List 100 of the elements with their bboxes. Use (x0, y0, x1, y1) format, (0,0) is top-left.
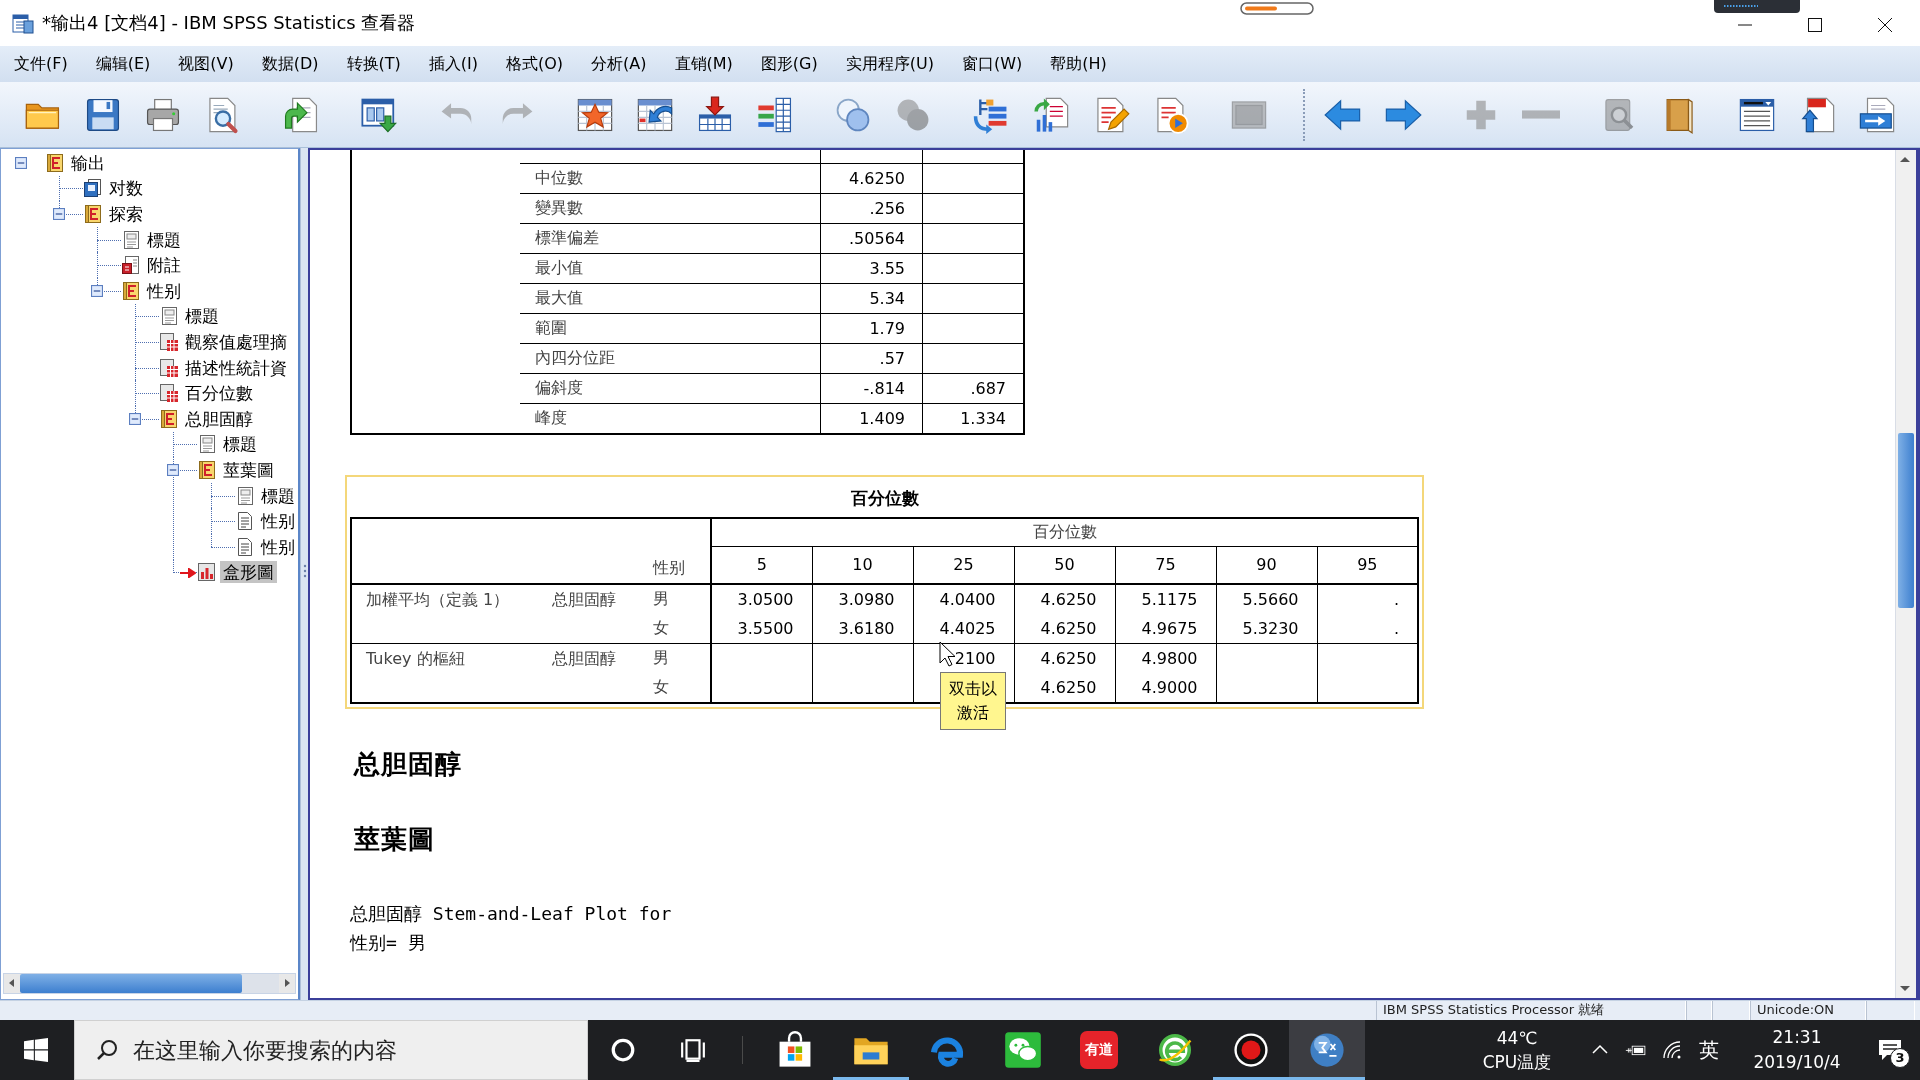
input-language-indicator[interactable]: 英 (1690, 1020, 1728, 1080)
page-lines-icon (45, 152, 65, 173)
table-cell: . (1317, 583, 1419, 614)
search-field[interactable]: 在这里输入你要搜索的内容 (74, 1020, 588, 1080)
menu-item[interactable]: 插入(I) (414, 49, 492, 79)
table-cell: 1.79 (820, 313, 923, 344)
notification-button[interactable]: 3 (1860, 1020, 1920, 1080)
row-header: 总胆固醇 (552, 648, 616, 668)
table-cell: 4.6250 (1014, 672, 1116, 703)
menu-item[interactable]: 视图(V) (164, 49, 248, 79)
menu-item[interactable]: 窗口(W) (947, 49, 1037, 79)
outline-item[interactable]: 探索 (106, 203, 146, 225)
table-page-icon (159, 383, 179, 404)
scrollbar-thumb[interactable] (20, 974, 242, 993)
row-label: 中位數 (520, 163, 821, 194)
outline-item[interactable]: 输出 (68, 151, 108, 174)
table-cell: 4.6250 (1014, 643, 1116, 673)
table-bars-icon (756, 95, 794, 134)
horizontal-scrollbar[interactable] (3, 973, 296, 994)
menu-item[interactable]: 格式(O) (492, 49, 578, 79)
column-header: 50 (1014, 546, 1116, 584)
outline-item[interactable]: 標題 (182, 305, 222, 328)
temperature-value: 44℃ (1496, 1027, 1538, 1050)
window-panes-icon (24, 1038, 48, 1062)
table-cell: 4.9800 (1115, 643, 1217, 673)
column-header: 5 (711, 546, 813, 584)
outline-item[interactable]: 性别 (144, 279, 184, 302)
minus-box-icon[interactable] (53, 208, 65, 220)
title-page-icon (197, 434, 217, 455)
taskbar-app-button[interactable]: 有道 (1061, 1020, 1137, 1080)
clock-time: 21:31 (1772, 1026, 1822, 1049)
dark-tab-icon (1714, 0, 1800, 13)
minus-box-icon[interactable] (91, 284, 103, 297)
title-page-icon (235, 485, 255, 506)
menu-item[interactable]: 实用程序(U) (831, 49, 948, 79)
task-view-icon (680, 1037, 706, 1063)
table-cell: 3.0500 (711, 583, 813, 614)
outline-item[interactable]: 標題 (258, 484, 298, 507)
minus-box-icon[interactable] (167, 463, 179, 476)
table-cell: 4.6250 (1014, 613, 1116, 643)
row-header: 总胆固醇 (552, 589, 616, 609)
table-cell: 4.6250 (1014, 583, 1116, 614)
tooltip: 双击以激活 (940, 672, 1006, 730)
table-cell: 5.34 (820, 283, 923, 314)
table-cell: 3.6180 (812, 613, 914, 643)
row-header: 女 (653, 617, 669, 637)
table-cell: 5.1175 (1115, 583, 1217, 614)
row-header: 男 (653, 647, 669, 667)
outline-item[interactable]: 標題 (220, 433, 260, 456)
app-logo-tile: 有道 (1080, 1031, 1118, 1069)
outline-item[interactable]: 附註 (144, 254, 184, 277)
table-cell: -.814 (820, 373, 923, 404)
section-heading[interactable]: 总胆固醇 (349, 743, 467, 784)
outline-item[interactable]: 对数 (106, 177, 146, 200)
table-cell: 3.55 (820, 253, 923, 284)
section-heading[interactable]: 莖葉圖 (349, 818, 440, 859)
minus-icon (1522, 109, 1560, 120)
outline-item[interactable]: 觀察值處理摘 (182, 330, 290, 353)
table-cell: 4.9675 (1115, 613, 1217, 643)
outline-item[interactable]: 总胆固醇 (182, 407, 256, 430)
text-page-icon (235, 536, 255, 557)
text-page-icon (235, 511, 255, 532)
outline-item[interactable]: 百分位數 (182, 382, 256, 405)
outline-item[interactable]: 莖葉圖 (220, 458, 277, 481)
vertical-scrollbar[interactable] (1895, 150, 1916, 998)
title-page-icon (159, 306, 179, 327)
outline-item[interactable]: 性别 (258, 510, 298, 533)
table-cell: 3.0980 (812, 583, 914, 614)
search-icon (96, 1039, 118, 1061)
menu-item[interactable]: 编辑(E) (81, 49, 165, 79)
menu-item[interactable]: 转换(T) (332, 49, 415, 79)
menu-item[interactable]: 文件(F) (0, 49, 82, 79)
mouse-cursor-icon (939, 641, 956, 667)
column-header: 25 (913, 546, 1015, 584)
table-page-icon (159, 357, 179, 378)
outline-item[interactable]: 描述性統計資 (182, 356, 290, 379)
table-cell: .256 (820, 193, 923, 224)
menu-item[interactable]: 分析(A) (577, 49, 661, 79)
menu-item[interactable]: 图形(G) (746, 49, 832, 79)
scrollbar-thumb[interactable] (1898, 433, 1914, 608)
outline-item[interactable]: 標題 (144, 228, 184, 251)
menu-item[interactable]: 直销(M) (660, 49, 747, 79)
table-cell: 1.409 (820, 403, 923, 434)
menu-item[interactable]: 帮助(H) (1036, 49, 1121, 79)
document-curved-arrow-icon (282, 95, 320, 134)
table-cell: 5.5660 (1216, 583, 1318, 614)
minus-box-icon[interactable] (129, 412, 141, 425)
wifi-icon (1661, 1040, 1683, 1060)
outline-item[interactable]: 性别 (258, 535, 298, 558)
minus-box-icon[interactable] (15, 156, 27, 169)
app-icon (12, 12, 34, 34)
menu-item[interactable]: 数据(D) (247, 49, 333, 79)
outline-item[interactable]: 盒形圖 (220, 561, 277, 584)
chat-bubbles-icon (1004, 1031, 1042, 1069)
plot-caption[interactable]: 总胆固醇 Stem-and-Leaf Plot for 性别= 男 (345, 893, 677, 962)
clock-date: 2019/10/4 (1753, 1051, 1841, 1074)
page-lines-icon (159, 408, 179, 429)
table-cell: 3.5500 (711, 613, 813, 643)
table-title: 百分位數 (850, 487, 919, 510)
window-title: *输出4 [文档4] - IBM SPSS Statistics 查看器 (42, 11, 416, 35)
